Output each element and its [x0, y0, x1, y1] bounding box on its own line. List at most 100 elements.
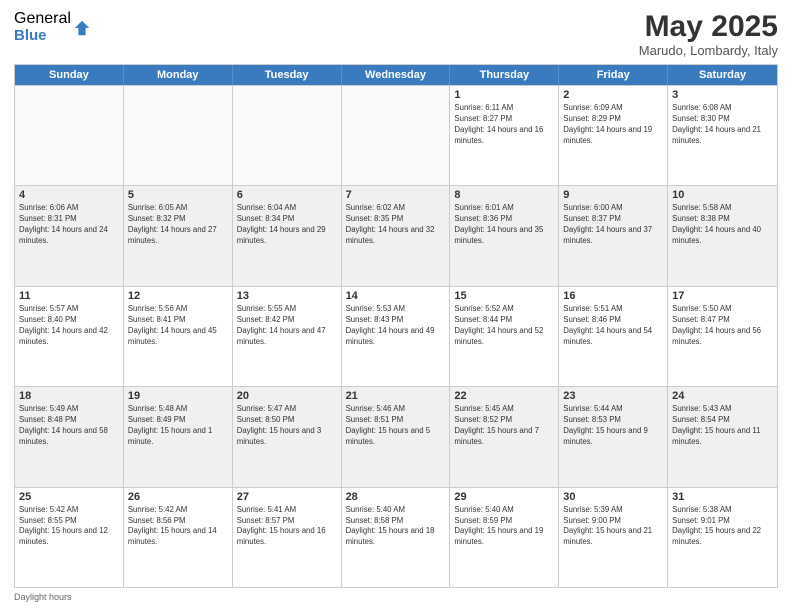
logo-general: General — [14, 10, 71, 28]
day-info: Sunrise: 5:39 AMSunset: 9:00 PMDaylight:… — [563, 505, 663, 549]
day-number: 6 — [237, 189, 337, 201]
day-number: 28 — [346, 491, 446, 503]
header-friday: Friday — [559, 65, 668, 85]
logo-text: General Blue — [14, 10, 71, 44]
location: Marudo, Lombardy, Italy — [639, 43, 778, 58]
cal-cell: 29 Sunrise: 5:40 AMSunset: 8:59 PMDayligh… — [450, 488, 559, 587]
cal-cell — [124, 86, 233, 185]
cal-week-1: 1Sunrise: 6:11 AMSunset: 8:27 PMDaylight… — [15, 85, 777, 185]
day-number: 13 — [237, 290, 337, 302]
cal-cell: 18 Sunrise: 5:49 AMSunset: 8:48 PMDayligh… — [15, 387, 124, 486]
cal-cell: 7Sunrise: 6:02 AMSunset: 8:35 PMDaylight… — [342, 186, 451, 285]
cal-cell — [15, 86, 124, 185]
page: General Blue May 2025 Marudo, Lombardy, … — [0, 0, 792, 612]
cal-cell: 14Sunrise: 5:53 AMSunset: 8:43 PMDayligh… — [342, 287, 451, 386]
calendar-header: Sunday Monday Tuesday Wednesday Thursday… — [15, 65, 777, 85]
cal-cell: 17Sunrise: 5:50 AMSunset: 8:47 PMDayligh… — [668, 287, 777, 386]
day-info: Sunrise: 6:01 AMSunset: 8:36 PMDaylight:… — [454, 203, 554, 247]
header-wednesday: Wednesday — [342, 65, 451, 85]
cal-week-3: 11Sunrise: 5:57 AMSunset: 8:40 PMDayligh… — [15, 286, 777, 386]
cal-cell: 16Sunrise: 5:51 AMSunset: 8:46 PMDayligh… — [559, 287, 668, 386]
day-info: Sunrise: 5:42 AMSunset: 8:55 PMDaylight:… — [19, 505, 119, 549]
day-info: Sunrise: 5:58 AMSunset: 8:38 PMDaylight:… — [672, 203, 773, 247]
cal-cell: 15 Sunrise: 5:52 AMSunset: 8:44 PMDayligh… — [450, 287, 559, 386]
cal-cell: 27Sunrise: 5:41 AMSunset: 8:57 PMDayligh… — [233, 488, 342, 587]
cal-cell: 1Sunrise: 6:11 AMSunset: 8:27 PMDaylight… — [450, 86, 559, 185]
day-number: 4 — [19, 189, 119, 201]
day-number: 25 — [19, 491, 119, 503]
cal-cell: 10 Sunrise: 5:58 AMSunset: 8:38 PMDayligh… — [668, 186, 777, 285]
day-number: 27 — [237, 491, 337, 503]
day-number: 20 — [237, 390, 337, 402]
day-info: Sunrise: 5:42 AMSunset: 8:56 PMDaylight:… — [128, 505, 228, 549]
footer-text: Daylight hours — [14, 592, 72, 602]
day-number: 7 — [346, 189, 446, 201]
day-number: 15 — [454, 290, 554, 302]
cal-cell — [233, 86, 342, 185]
day-number: 1 — [454, 89, 554, 101]
day-info: Sunrise: 5:52 AMSunset: 8:44 PMDaylight:… — [454, 304, 554, 348]
title-section: May 2025 Marudo, Lombardy, Italy — [639, 10, 778, 58]
day-number: 24 — [672, 390, 773, 402]
day-info: Sunrise: 6:05 AMSunset: 8:32 PMDaylight:… — [128, 203, 228, 247]
cal-cell: 31Sunrise: 5:38 AMSunset: 9:01 PMDayligh… — [668, 488, 777, 587]
day-number: 29 — [454, 491, 554, 503]
day-number: 21 — [346, 390, 446, 402]
cal-cell: 30Sunrise: 5:39 AMSunset: 9:00 PMDayligh… — [559, 488, 668, 587]
day-info: Sunrise: 5:49 AMSunset: 8:48 PMDaylight:… — [19, 404, 119, 448]
cal-cell: 13Sunrise: 5:55 AMSunset: 8:42 PMDayligh… — [233, 287, 342, 386]
day-info: Sunrise: 5:46 AMSunset: 8:51 PMDaylight:… — [346, 404, 446, 448]
day-info: Sunrise: 5:43 AMSunset: 8:54 PMDaylight:… — [672, 404, 773, 448]
day-number: 10 — [672, 189, 773, 201]
day-info: Sunrise: 6:04 AMSunset: 8:34 PMDaylight:… — [237, 203, 337, 247]
day-info: Sunrise: 6:09 AMSunset: 8:29 PMDaylight:… — [563, 103, 663, 147]
day-number: 2 — [563, 89, 663, 101]
day-number: 22 — [454, 390, 554, 402]
day-number: 5 — [128, 189, 228, 201]
cal-cell: 4 Sunrise: 6:06 AMSunset: 8:31 PMDaylight… — [15, 186, 124, 285]
header-sunday: Sunday — [15, 65, 124, 85]
day-info: Sunrise: 6:06 AMSunset: 8:31 PMDaylight:… — [19, 203, 119, 247]
cal-cell: 26 Sunrise: 5:42 AMSunset: 8:56 PMDayligh… — [124, 488, 233, 587]
cal-week-5: 25 Sunrise: 5:42 AMSunset: 8:55 PMDayligh… — [15, 487, 777, 587]
day-info: Sunrise: 5:40 AMSunset: 8:58 PMDaylight:… — [346, 505, 446, 549]
logo: General Blue — [14, 10, 91, 44]
day-number: 12 — [128, 290, 228, 302]
day-number: 3 — [672, 89, 773, 101]
logo-blue: Blue — [14, 28, 71, 45]
header-thursday: Thursday — [450, 65, 559, 85]
month-title: May 2025 — [639, 10, 778, 43]
day-number: 18 — [19, 390, 119, 402]
cal-cell: 12 Sunrise: 5:56 AMSunset: 8:41 PMDayligh… — [124, 287, 233, 386]
logo-icon — [73, 19, 91, 37]
cal-cell: 24 Sunrise: 5:43 AMSunset: 8:54 PMDayligh… — [668, 387, 777, 486]
header-monday: Monday — [124, 65, 233, 85]
day-number: 8 — [454, 189, 554, 201]
cal-cell: 3 Sunrise: 6:08 AMSunset: 8:30 PMDaylight… — [668, 86, 777, 185]
day-info: Sunrise: 5:56 AMSunset: 8:41 PMDaylight:… — [128, 304, 228, 348]
day-number: 26 — [128, 491, 228, 503]
day-number: 17 — [672, 290, 773, 302]
footer: Daylight hours — [14, 592, 778, 602]
cal-cell: 23Sunrise: 5:44 AMSunset: 8:53 PMDayligh… — [559, 387, 668, 486]
cal-week-2: 4 Sunrise: 6:06 AMSunset: 8:31 PMDaylight… — [15, 185, 777, 285]
cal-week-4: 18 Sunrise: 5:49 AMSunset: 8:48 PMDayligh… — [15, 386, 777, 486]
calendar: Sunday Monday Tuesday Wednesday Thursday… — [14, 64, 778, 588]
day-info: Sunrise: 5:51 AMSunset: 8:46 PMDaylight:… — [563, 304, 663, 348]
cal-cell: 21 Sunrise: 5:46 AMSunset: 8:51 PMDayligh… — [342, 387, 451, 486]
day-number: 14 — [346, 290, 446, 302]
day-info: Sunrise: 5:45 AMSunset: 8:52 PMDaylight:… — [454, 404, 554, 448]
day-info: Sunrise: 5:48 AMSunset: 8:49 PMDaylight:… — [128, 404, 228, 448]
day-info: Sunrise: 5:38 AMSunset: 9:01 PMDaylight:… — [672, 505, 773, 549]
cal-cell: 19 Sunrise: 5:48 AMSunset: 8:49 PMDayligh… — [124, 387, 233, 486]
day-info: Sunrise: 5:40 AMSunset: 8:59 PMDaylight:… — [454, 505, 554, 549]
header: General Blue May 2025 Marudo, Lombardy, … — [14, 10, 778, 58]
day-info: Sunrise: 6:08 AMSunset: 8:30 PMDaylight:… — [672, 103, 773, 147]
cal-cell: 5 Sunrise: 6:05 AMSunset: 8:32 PMDaylight… — [124, 186, 233, 285]
day-number: 11 — [19, 290, 119, 302]
cal-cell: 28 Sunrise: 5:40 AMSunset: 8:58 PMDayligh… — [342, 488, 451, 587]
day-number: 19 — [128, 390, 228, 402]
cal-cell: 22 Sunrise: 5:45 AMSunset: 8:52 PMDayligh… — [450, 387, 559, 486]
cal-cell: 9Sunrise: 6:00 AMSunset: 8:37 PMDaylight… — [559, 186, 668, 285]
cal-cell: 25 Sunrise: 5:42 AMSunset: 8:55 PMDayligh… — [15, 488, 124, 587]
